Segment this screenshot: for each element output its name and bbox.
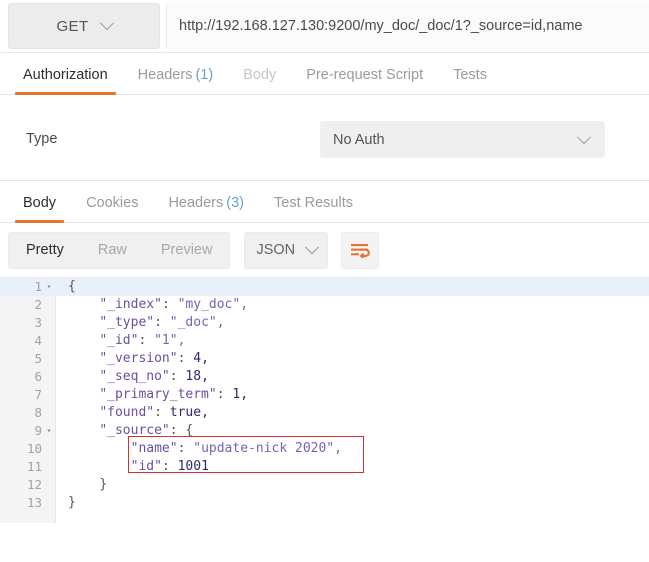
line-number: 9: [34, 423, 42, 438]
tab-count-badge: (3): [226, 195, 244, 211]
code-line: 13}: [0, 494, 649, 512]
chevron-down-icon: [99, 16, 114, 31]
code-line: 4 "_id": "1",: [0, 332, 649, 350]
request-tab-body[interactable]: Body: [228, 67, 291, 94]
code-line: 3 "_type": "_doc",: [0, 314, 649, 332]
http-method-selector[interactable]: GET: [8, 3, 160, 49]
code-text: }: [99, 477, 108, 492]
code-line: 8 "found": true,: [0, 404, 649, 422]
code-line: 9 ▾ "_source": {: [0, 422, 649, 440]
request-tab-headers[interactable]: Headers (1): [123, 67, 229, 94]
tab-label: Test Results: [274, 195, 353, 211]
chevron-down-icon: [576, 129, 592, 144]
code-text: "_type": "_doc",: [99, 315, 225, 330]
code-text: {: [68, 279, 76, 294]
chevron-down-icon: [305, 240, 320, 255]
code-text: "_source": {: [99, 423, 194, 438]
fold-toggle-icon[interactable]: ▾: [42, 278, 56, 296]
word-wrap-button[interactable]: [341, 231, 380, 269]
line-number: 12: [26, 477, 42, 492]
line-number: 11: [26, 459, 42, 474]
request-tab-tests[interactable]: Tests: [438, 67, 502, 94]
code-text: "_index": "my_doc",: [99, 297, 249, 312]
line-number: 6: [34, 369, 42, 384]
code-line: 12 }: [0, 476, 649, 494]
request-tab-authorization[interactable]: Authorization: [8, 67, 123, 95]
tab-label: Headers: [168, 195, 224, 211]
response-tab-headers[interactable]: Headers (3): [153, 195, 259, 222]
code-text: "_seq_no": 18,: [99, 369, 209, 384]
code-text: "id": 1001: [130, 459, 209, 474]
code-text: "found": true,: [99, 405, 209, 420]
auth-type-value: No Auth: [333, 131, 385, 148]
line-number: 7: [34, 387, 42, 402]
body-format-select[interactable]: JSON: [244, 231, 329, 269]
code-line: 5 "_version": 4,: [0, 350, 649, 368]
auth-type-select[interactable]: No Auth: [320, 121, 605, 158]
request-tab-pre-request-script[interactable]: Pre-request Script: [291, 67, 438, 94]
response-tab-body[interactable]: Body: [8, 195, 71, 223]
response-body-viewer[interactable]: 1 ▾{2 "_index": "my_doc", 3 "_type": "_doc…: [0, 278, 649, 523]
url-input[interactable]: http://192.168.127.130:9200/my_doc/_doc/…: [166, 3, 649, 49]
line-number: 1: [34, 279, 42, 294]
tab-label: Headers: [137, 67, 193, 83]
line-number: 10: [26, 441, 42, 456]
tab-label: Body: [243, 67, 277, 83]
authorization-pane: Type No Auth: [0, 95, 649, 181]
json-code: 1 ▾{2 "_index": "my_doc", 3 "_type": "_doc…: [0, 278, 649, 512]
code-text: "_version": 4,: [99, 351, 209, 366]
tab-label: Tests: [453, 67, 487, 83]
body-format-value: JSON: [256, 242, 296, 258]
auth-type-label: Type: [26, 131, 58, 147]
view-mode-pretty[interactable]: Pretty: [9, 233, 81, 268]
code-text: "name": "update-nick 2020",: [130, 441, 342, 456]
tab-count-badge: (1): [195, 67, 214, 83]
response-tab-cookies[interactable]: Cookies: [71, 195, 153, 222]
tab-label: Body: [23, 195, 57, 211]
tab-label: Authorization: [23, 67, 108, 83]
code-line: 2 "_index": "my_doc",: [0, 296, 649, 314]
word-wrap-icon: [350, 243, 370, 258]
code-line: 10 "name": "update-nick 2020",: [0, 440, 649, 458]
view-mode-group: Pretty Raw Preview: [8, 231, 231, 269]
code-text: }: [68, 495, 76, 510]
view-mode-raw[interactable]: Raw: [81, 233, 144, 268]
line-number: 2: [34, 297, 42, 312]
request-tabs: Authorization Headers (1) Body Pre-request S…: [0, 53, 649, 95]
line-number: 4: [34, 333, 42, 348]
http-method-label: GET: [56, 17, 89, 35]
code-text: "_primary_term": 1,: [99, 387, 249, 402]
code-line: 6 "_seq_no": 18,: [0, 368, 649, 386]
request-url-bar: GET http://192.168.127.130:9200/my_doc/_…: [0, 0, 649, 53]
fold-toggle-icon[interactable]: ▾: [42, 422, 56, 440]
tab-label: Cookies: [86, 195, 139, 211]
code-line: 7 "_primary_term": 1,: [0, 386, 649, 404]
tab-label: Pre-request Script: [306, 67, 424, 83]
code-line: 1 ▾ {: [0, 278, 649, 296]
view-mode-preview[interactable]: Preview: [144, 233, 230, 268]
code-line: 11 "id": 1001: [0, 458, 649, 476]
response-tabs: Body Cookies Headers (3) Test Results: [0, 181, 649, 223]
line-number: 8: [34, 405, 42, 420]
line-number: 3: [34, 315, 42, 330]
response-tab-test-results[interactable]: Test Results: [259, 195, 368, 222]
response-toolbar: Pretty Raw Preview JSON: [0, 223, 649, 278]
url-text: http://192.168.127.130:9200/my_doc/_doc/…: [179, 18, 583, 34]
code-text: "_id": "1",: [99, 333, 186, 348]
line-number: 5: [34, 351, 42, 366]
line-number: 13: [26, 495, 42, 510]
